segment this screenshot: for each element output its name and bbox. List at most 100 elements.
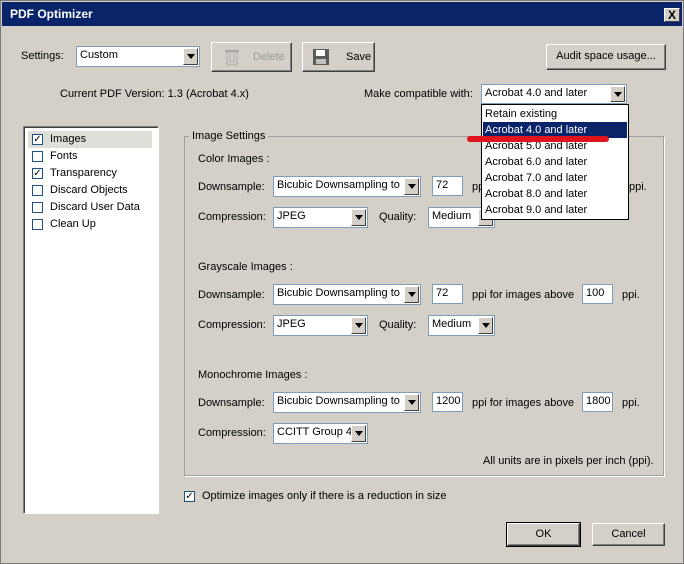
grayscale-compression-select[interactable]: JPEG: [273, 315, 368, 336]
list-item-discard-user-data[interactable]: Discard User Data: [28, 199, 152, 216]
optimize-only-label: Optimize images only if there is a reduc…: [202, 490, 447, 502]
list-item-label: Clean Up: [50, 218, 96, 230]
compat-value: Acrobat 4.0 and later: [485, 87, 588, 99]
dialog-title: PDF Optimizer: [10, 7, 93, 21]
transparency-checkbox[interactable]: ✓: [32, 168, 43, 179]
grayscale-ppi-above-value: 100: [586, 287, 605, 299]
chevron-down-icon[interactable]: [404, 394, 419, 411]
images-checkbox[interactable]: ✓: [32, 134, 43, 145]
dropdown-option-acrobat-9[interactable]: Acrobat 9.0 and later: [483, 202, 627, 218]
color-quality-label: Quality:: [379, 211, 417, 223]
chevron-down-icon[interactable]: [478, 317, 493, 334]
color-quality-value: Medium: [432, 210, 472, 222]
grayscale-compression-value: JPEG: [277, 318, 306, 330]
grayscale-downsample-label: Downsample:: [198, 289, 265, 301]
save-button[interactable]: Save: [302, 42, 375, 72]
color-images-header: Color Images :: [198, 153, 270, 165]
discard-objects-checkbox[interactable]: [32, 185, 43, 196]
chevron-down-icon[interactable]: [351, 317, 366, 334]
ok-button[interactable]: OK: [506, 522, 581, 547]
grayscale-compression-label: Compression:: [198, 319, 266, 331]
grayscale-quality-value: Medium: [432, 318, 472, 330]
grayscale-downsample-select[interactable]: Bicubic Downsampling to: [273, 284, 421, 305]
dropdown-option-acrobat-6[interactable]: Acrobat 6.0 and later: [483, 154, 627, 170]
grayscale-ppi-input[interactable]: 72: [432, 284, 463, 304]
delete-label: Delete: [253, 51, 285, 63]
monochrome-downsample-value: Bicubic Downsampling to: [277, 395, 400, 407]
chevron-down-icon[interactable]: [351, 425, 366, 442]
color-compression-label: Compression:: [198, 211, 266, 223]
grayscale-ppi-value: 72: [436, 287, 449, 299]
monochrome-ppi-above-label: ppi for images above: [472, 397, 575, 409]
list-item-label: Transparency: [50, 167, 117, 179]
monochrome-ppi-above-value: 1800: [586, 395, 611, 407]
monochrome-ppi-above-input[interactable]: 1800: [582, 392, 613, 412]
dropdown-option-acrobat-7[interactable]: Acrobat 7.0 and later: [483, 170, 627, 186]
red-annotation-underline: [467, 136, 609, 142]
grayscale-images-header: Grayscale Images :: [198, 261, 293, 273]
list-item-label: Discard Objects: [50, 184, 128, 196]
grayscale-ppi-above-input[interactable]: 100: [582, 284, 613, 304]
color-compression-value: JPEG: [277, 210, 306, 222]
list-item-label: Discard User Data: [50, 201, 140, 213]
list-item-fonts[interactable]: Fonts: [28, 148, 152, 165]
monochrome-compression-value: CCITT Group 4: [277, 426, 352, 438]
list-item-discard-objects[interactable]: Discard Objects: [28, 182, 152, 199]
chevron-down-icon[interactable]: [404, 178, 419, 195]
color-ppi-suffix: ppi.: [629, 181, 647, 193]
close-button[interactable]: X: [664, 8, 680, 22]
grayscale-quality-label: Quality:: [379, 319, 417, 331]
grayscale-downsample-value: Bicubic Downsampling to: [277, 287, 400, 299]
settings-select[interactable]: Custom: [76, 46, 200, 67]
delete-button[interactable]: Delete: [211, 42, 292, 72]
panel-list: ✓ Images Fonts ✓ Transparency Discard Ob…: [23, 126, 159, 514]
list-item-transparency[interactable]: ✓ Transparency: [28, 165, 152, 182]
list-item-clean-up[interactable]: Clean Up: [28, 216, 152, 233]
title-bar[interactable]: PDF Optimizer X: [2, 2, 682, 26]
grayscale-quality-select[interactable]: Medium: [428, 315, 495, 336]
units-note: All units are in pixels per inch (ppi).: [483, 455, 654, 467]
grayscale-ppi-suffix: ppi.: [622, 289, 640, 301]
list-item-label: Fonts: [50, 150, 78, 162]
monochrome-downsample-label: Downsample:: [198, 397, 265, 409]
dropdown-option-acrobat-8[interactable]: Acrobat 8.0 and later: [483, 186, 627, 202]
cancel-button[interactable]: Cancel: [592, 523, 665, 546]
chevron-down-icon[interactable]: [404, 286, 419, 303]
optimize-only-checkbox[interactable]: ✓: [184, 491, 195, 502]
image-settings-legend: Image Settings: [189, 130, 269, 142]
save-label: Save: [346, 51, 372, 63]
color-downsample-value: Bicubic Downsampling to: [277, 179, 400, 191]
chevron-down-icon[interactable]: [351, 209, 366, 226]
discard-user-data-checkbox[interactable]: [32, 202, 43, 213]
clean-up-checkbox[interactable]: [32, 219, 43, 230]
fonts-checkbox[interactable]: [32, 151, 43, 162]
color-compression-select[interactable]: JPEG: [273, 207, 368, 228]
color-downsample-select[interactable]: Bicubic Downsampling to: [273, 176, 421, 197]
list-item-images[interactable]: ✓ Images: [28, 131, 152, 148]
floppy-disk-icon: [313, 49, 329, 65]
compat-select[interactable]: Acrobat 4.0 and later: [481, 84, 627, 104]
monochrome-ppi-input[interactable]: 1200: [432, 392, 463, 412]
color-ppi-value: 72: [436, 179, 449, 191]
pdf-optimizer-dialog: PDF Optimizer X Settings: Custom Delete …: [0, 0, 684, 564]
settings-label: Settings:: [21, 50, 64, 62]
audit-space-button[interactable]: Audit space usage...: [546, 44, 666, 70]
monochrome-images-header: Monochrome Images :: [198, 369, 308, 381]
compat-dropdown-list: Retain existing Acrobat 4.0 and later Ac…: [481, 104, 629, 220]
current-version: Current PDF Version: 1.3 (Acrobat 4.x): [60, 88, 249, 100]
monochrome-compression-select[interactable]: CCITT Group 4: [273, 423, 368, 444]
chevron-down-icon[interactable]: [183, 48, 198, 65]
grayscale-ppi-above-label: ppi for images above: [472, 289, 575, 301]
color-downsample-label: Downsample:: [198, 181, 265, 193]
list-item-label: Images: [50, 133, 87, 145]
dropdown-option-retain[interactable]: Retain existing: [483, 106, 627, 122]
compat-label: Make compatible with:: [364, 88, 473, 100]
color-ppi-input[interactable]: 72: [432, 176, 463, 196]
trash-icon: [225, 50, 239, 66]
monochrome-downsample-select[interactable]: Bicubic Downsampling to: [273, 392, 421, 413]
monochrome-ppi-value: 1200: [436, 395, 461, 407]
monochrome-ppi-suffix: ppi.: [622, 397, 640, 409]
settings-value: Custom: [80, 49, 118, 61]
chevron-down-icon[interactable]: [610, 86, 625, 102]
monochrome-compression-label: Compression:: [198, 427, 266, 439]
